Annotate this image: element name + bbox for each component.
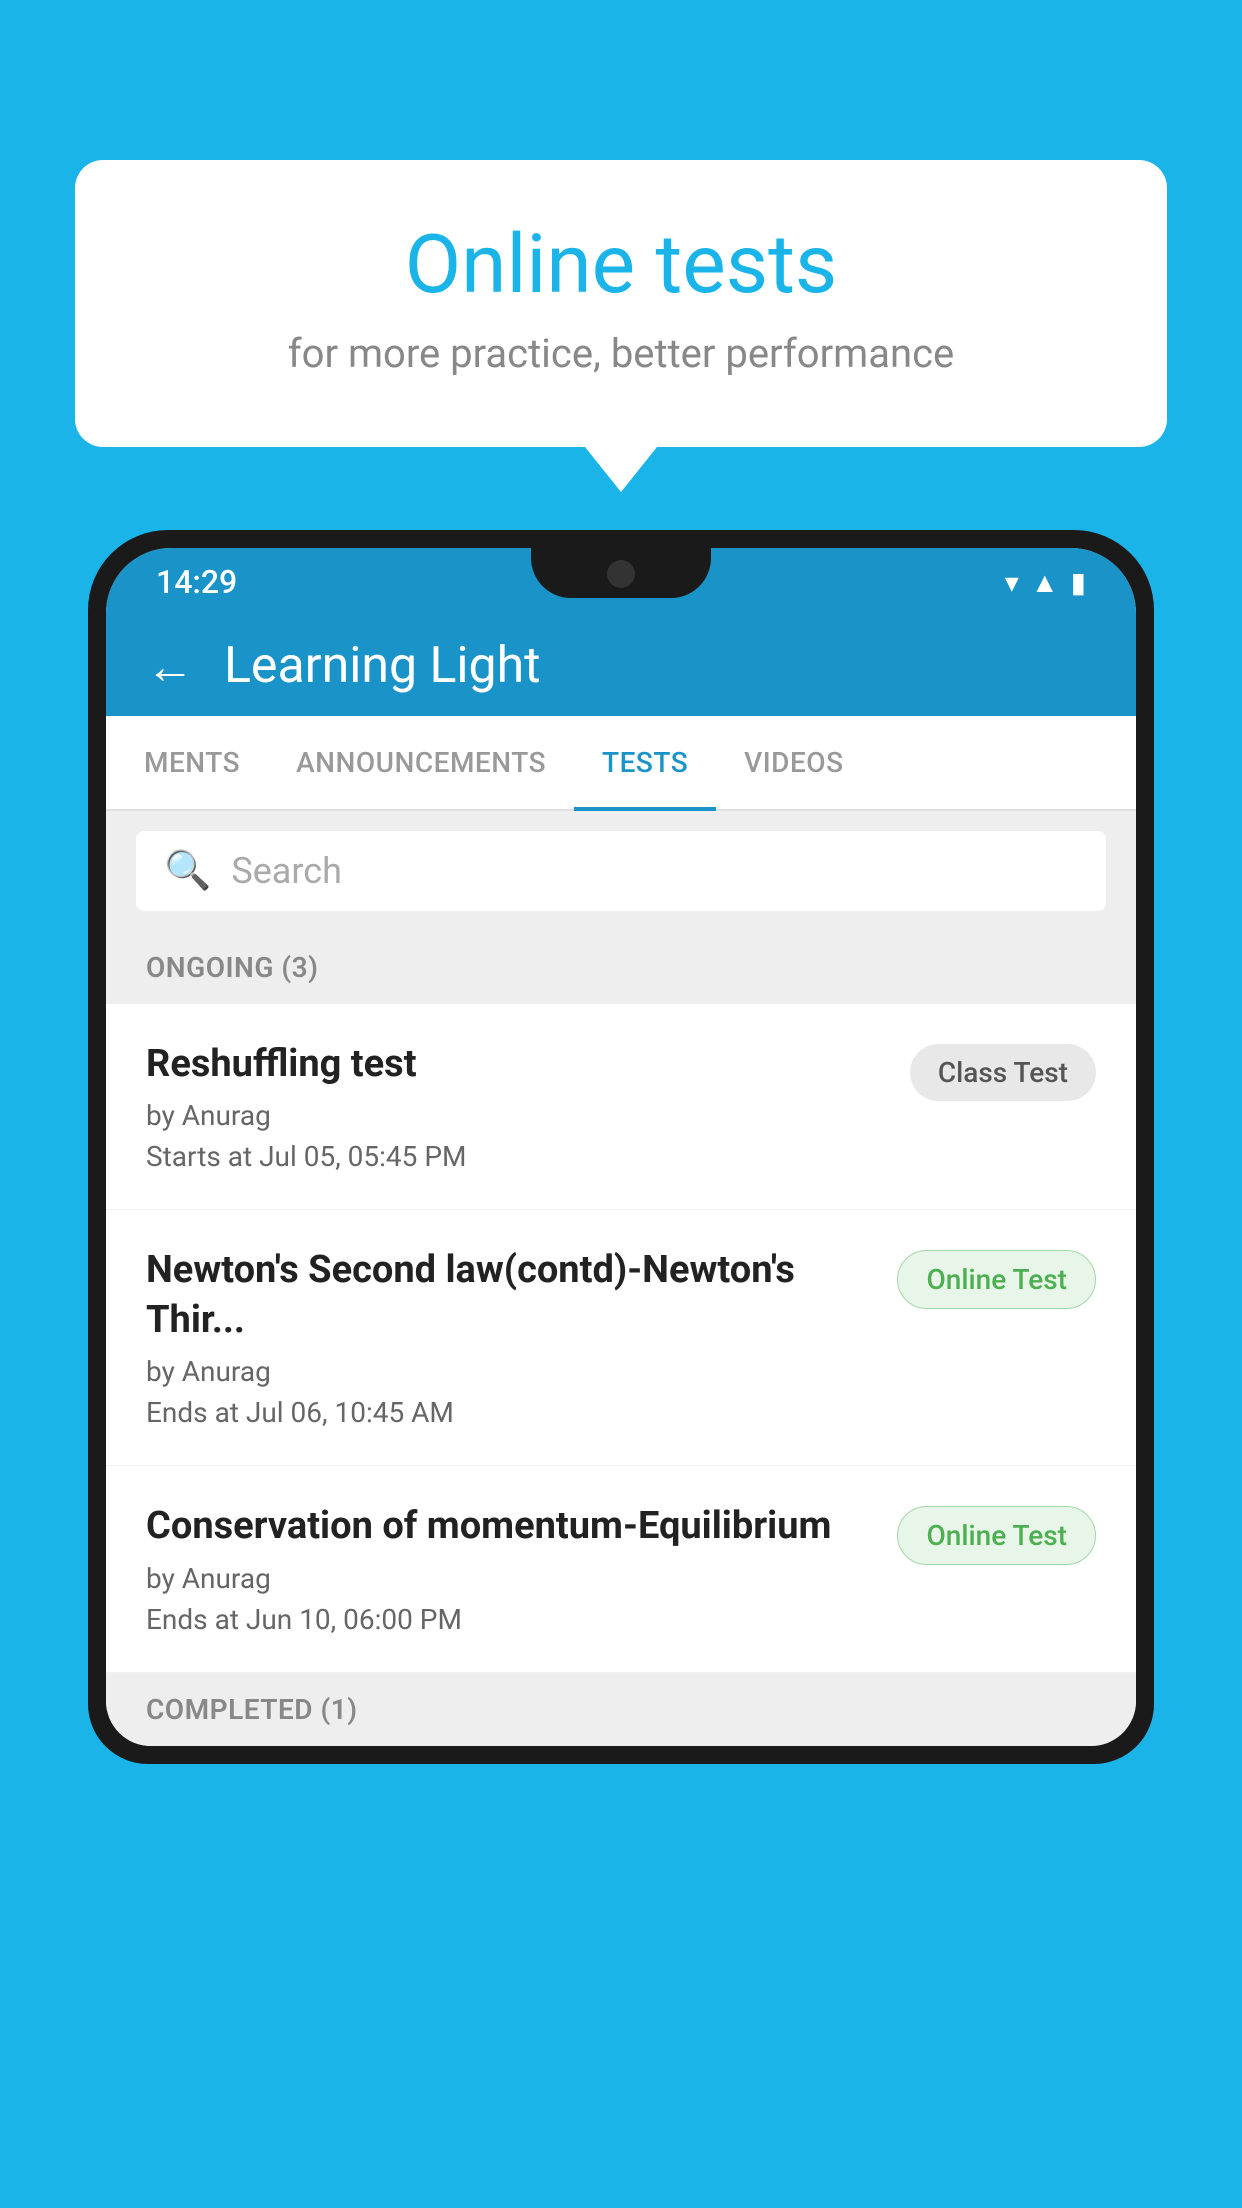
test-item[interactable]: Reshuffling test by Anurag Starts at Jul… xyxy=(106,1004,1136,1210)
phone-outer: 14:29 ▾ ▲ ▮ ← Learning Light MENTS ANNOU… xyxy=(88,530,1154,1764)
search-bar[interactable]: 🔍 Search xyxy=(136,831,1106,911)
battery-icon: ▮ xyxy=(1071,566,1086,599)
tab-tests[interactable]: TESTS xyxy=(574,716,716,809)
phone-wrapper: 14:29 ▾ ▲ ▮ ← Learning Light MENTS ANNOU… xyxy=(88,530,1154,2208)
test-date: Ends at Jul 06, 10:45 AM xyxy=(146,1396,877,1429)
test-date: Ends at Jun 10, 06:00 PM xyxy=(146,1603,877,1636)
search-icon: 🔍 xyxy=(164,849,211,893)
tabs-container: MENTS ANNOUNCEMENTS TESTS VIDEOS xyxy=(106,716,1136,811)
test-badge-online-2: Online Test xyxy=(897,1506,1096,1565)
test-author: by Anurag xyxy=(146,1562,877,1595)
speech-bubble: Online tests for more practice, better p… xyxy=(75,160,1167,447)
app-title: Learning Light xyxy=(224,637,541,695)
tab-announcements[interactable]: ANNOUNCEMENTS xyxy=(268,716,574,809)
test-author: by Anurag xyxy=(146,1355,877,1388)
search-container: 🔍 Search xyxy=(106,811,1136,931)
test-info: Newton's Second law(contd)-Newton's Thir… xyxy=(146,1246,877,1429)
test-item[interactable]: Conservation of momentum-Equilibrium by … xyxy=(106,1466,1136,1672)
tab-videos[interactable]: VIDEOS xyxy=(716,716,871,809)
search-placeholder: Search xyxy=(231,850,342,892)
test-info: Conservation of momentum-Equilibrium by … xyxy=(146,1502,877,1635)
test-name: Reshuffling test xyxy=(146,1040,890,1089)
phone-screen: 14:29 ▾ ▲ ▮ ← Learning Light MENTS ANNOU… xyxy=(106,548,1136,1746)
completed-label: COMPLETED (1) xyxy=(146,1693,358,1726)
completed-section-header: COMPLETED (1) xyxy=(106,1673,1136,1746)
bubble-subtitle: for more practice, better performance xyxy=(155,330,1087,377)
signal-icon: ▲ xyxy=(1031,566,1059,599)
app-header: ← Learning Light xyxy=(106,616,1136,716)
tab-ments[interactable]: MENTS xyxy=(116,716,268,809)
test-name: Conservation of momentum-Equilibrium xyxy=(146,1502,877,1551)
status-time: 14:29 xyxy=(156,563,237,601)
ongoing-label: ONGOING (3) xyxy=(146,951,318,984)
camera-icon xyxy=(607,560,635,588)
test-item[interactable]: Newton's Second law(contd)-Newton's Thir… xyxy=(106,1210,1136,1466)
bubble-title: Online tests xyxy=(155,220,1087,310)
test-badge-online: Online Test xyxy=(897,1250,1096,1309)
test-author: by Anurag xyxy=(146,1099,890,1132)
test-info: Reshuffling test by Anurag Starts at Jul… xyxy=(146,1040,890,1173)
test-list: Reshuffling test by Anurag Starts at Jul… xyxy=(106,1004,1136,1673)
test-date: Starts at Jul 05, 05:45 PM xyxy=(146,1140,890,1173)
wifi-icon: ▾ xyxy=(1005,566,1019,599)
ongoing-section-header: ONGOING (3) xyxy=(106,931,1136,1004)
test-name: Newton's Second law(contd)-Newton's Thir… xyxy=(146,1246,877,1345)
phone-notch xyxy=(531,548,711,598)
status-icons: ▾ ▲ ▮ xyxy=(1005,566,1086,599)
test-badge-class: Class Test xyxy=(910,1044,1096,1101)
back-button[interactable]: ← xyxy=(146,638,194,695)
